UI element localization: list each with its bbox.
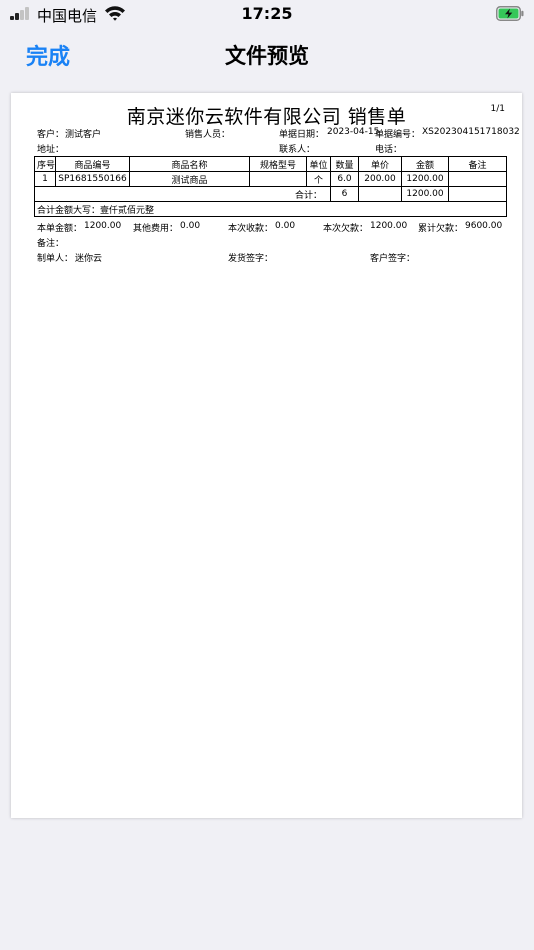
order-amount-value: 1200.00 <box>84 221 122 231</box>
uppercase-amount-label: 合计金额大写： <box>37 205 101 216</box>
table-total-row: 合计： 6 1200.00 <box>34 186 507 202</box>
table-cell <box>249 171 307 187</box>
document-preview-page[interactable]: 南京迷你云软件有限公司 销售单 1/1 客户： 测试客户 销售人员： 单据日期：… <box>11 93 522 818</box>
table-cell: SP1681550166 <box>55 171 130 187</box>
nav-title: 文件预览 <box>225 44 309 68</box>
table-cell: 6.0 <box>330 171 359 187</box>
table-cell: 200.00 <box>358 171 402 187</box>
cumulative-owed-value: 9600.00 <box>465 221 503 231</box>
phone-label: 电话： <box>375 145 403 155</box>
total-amount: 1200.00 <box>401 186 449 202</box>
table-cell: 个 <box>306 171 331 187</box>
table-cell <box>358 186 402 202</box>
customer-signature-label: 客户签字： <box>370 254 416 264</box>
uppercase-amount-value: 壹仟贰佰元整 <box>100 205 155 216</box>
date-label: 单据日期： <box>279 130 325 140</box>
table-header-row: 序号 商品编号 商品名称 规格型号 单位 数量 单价 金额 备注 <box>34 156 507 172</box>
table-cell: 1200.00 <box>401 171 449 187</box>
column-header: 数量 <box>330 156 359 172</box>
table-row: 1 SP1681550166 测试商品 个 6.0 200.00 1200.00 <box>34 171 507 187</box>
battery-charging-icon <box>496 6 524 21</box>
maker-label: 制单人： <box>37 254 74 264</box>
column-header: 规格型号 <box>249 156 307 172</box>
customer-label: 客户： <box>37 130 65 140</box>
customer-value: 测试客户 <box>65 130 102 140</box>
uppercase-amount-row: 合计金额大写：壹仟贰佰元整 <box>34 201 507 217</box>
table-cell <box>448 186 507 202</box>
salesperson-label: 销售人员： <box>185 130 231 140</box>
uppercase-amount: 合计金额大写：壹仟贰佰元整 <box>34 201 507 217</box>
cumulative-owed-label: 累计欠款： <box>418 224 464 234</box>
status-bar: 中国电信 17:25 <box>0 0 534 28</box>
remark-label: 备注： <box>37 239 65 249</box>
status-time: 17:25 <box>241 4 293 23</box>
table-cell <box>448 171 507 187</box>
column-header: 单价 <box>358 156 402 172</box>
shipper-signature-label: 发货签字： <box>228 254 274 264</box>
column-header: 金额 <box>401 156 449 172</box>
received-label: 本次收款： <box>228 224 274 234</box>
column-header: 备注 <box>448 156 507 172</box>
table-cell: 1 <box>34 171 56 187</box>
other-fees-label: 其他费用： <box>133 224 179 234</box>
column-header: 商品名称 <box>129 156 250 172</box>
column-header: 商品编号 <box>55 156 130 172</box>
table-cell: 测试商品 <box>129 171 250 187</box>
sales-items-table: 序号 商品编号 商品名称 规格型号 单位 数量 单价 金额 备注 1 SP168… <box>34 156 507 217</box>
total-label: 合计： <box>34 186 331 202</box>
order-amount-label: 本单金额： <box>37 224 83 234</box>
maker-value: 迷你云 <box>75 254 103 264</box>
owed-value: 1200.00 <box>370 221 408 231</box>
navigation-bar: 完成 文件预览 <box>0 28 534 84</box>
received-value: 0.00 <box>275 221 296 231</box>
other-fees-value: 0.00 <box>180 221 201 231</box>
date-value: 2023-04-15 <box>327 127 380 137</box>
column-header: 序号 <box>34 156 56 172</box>
page-number: 1/1 <box>490 104 505 114</box>
column-header: 单位 <box>306 156 331 172</box>
number-value: XS202304151718032 <box>422 127 520 137</box>
number-label: 单据编号： <box>375 130 421 140</box>
contact-label: 联系人： <box>279 145 316 155</box>
owed-label: 本次欠款： <box>323 224 369 234</box>
total-quantity: 6 <box>330 186 359 202</box>
document-title: 南京迷你云软件有限公司 销售单 <box>126 106 407 128</box>
address-label: 地址： <box>37 145 65 155</box>
